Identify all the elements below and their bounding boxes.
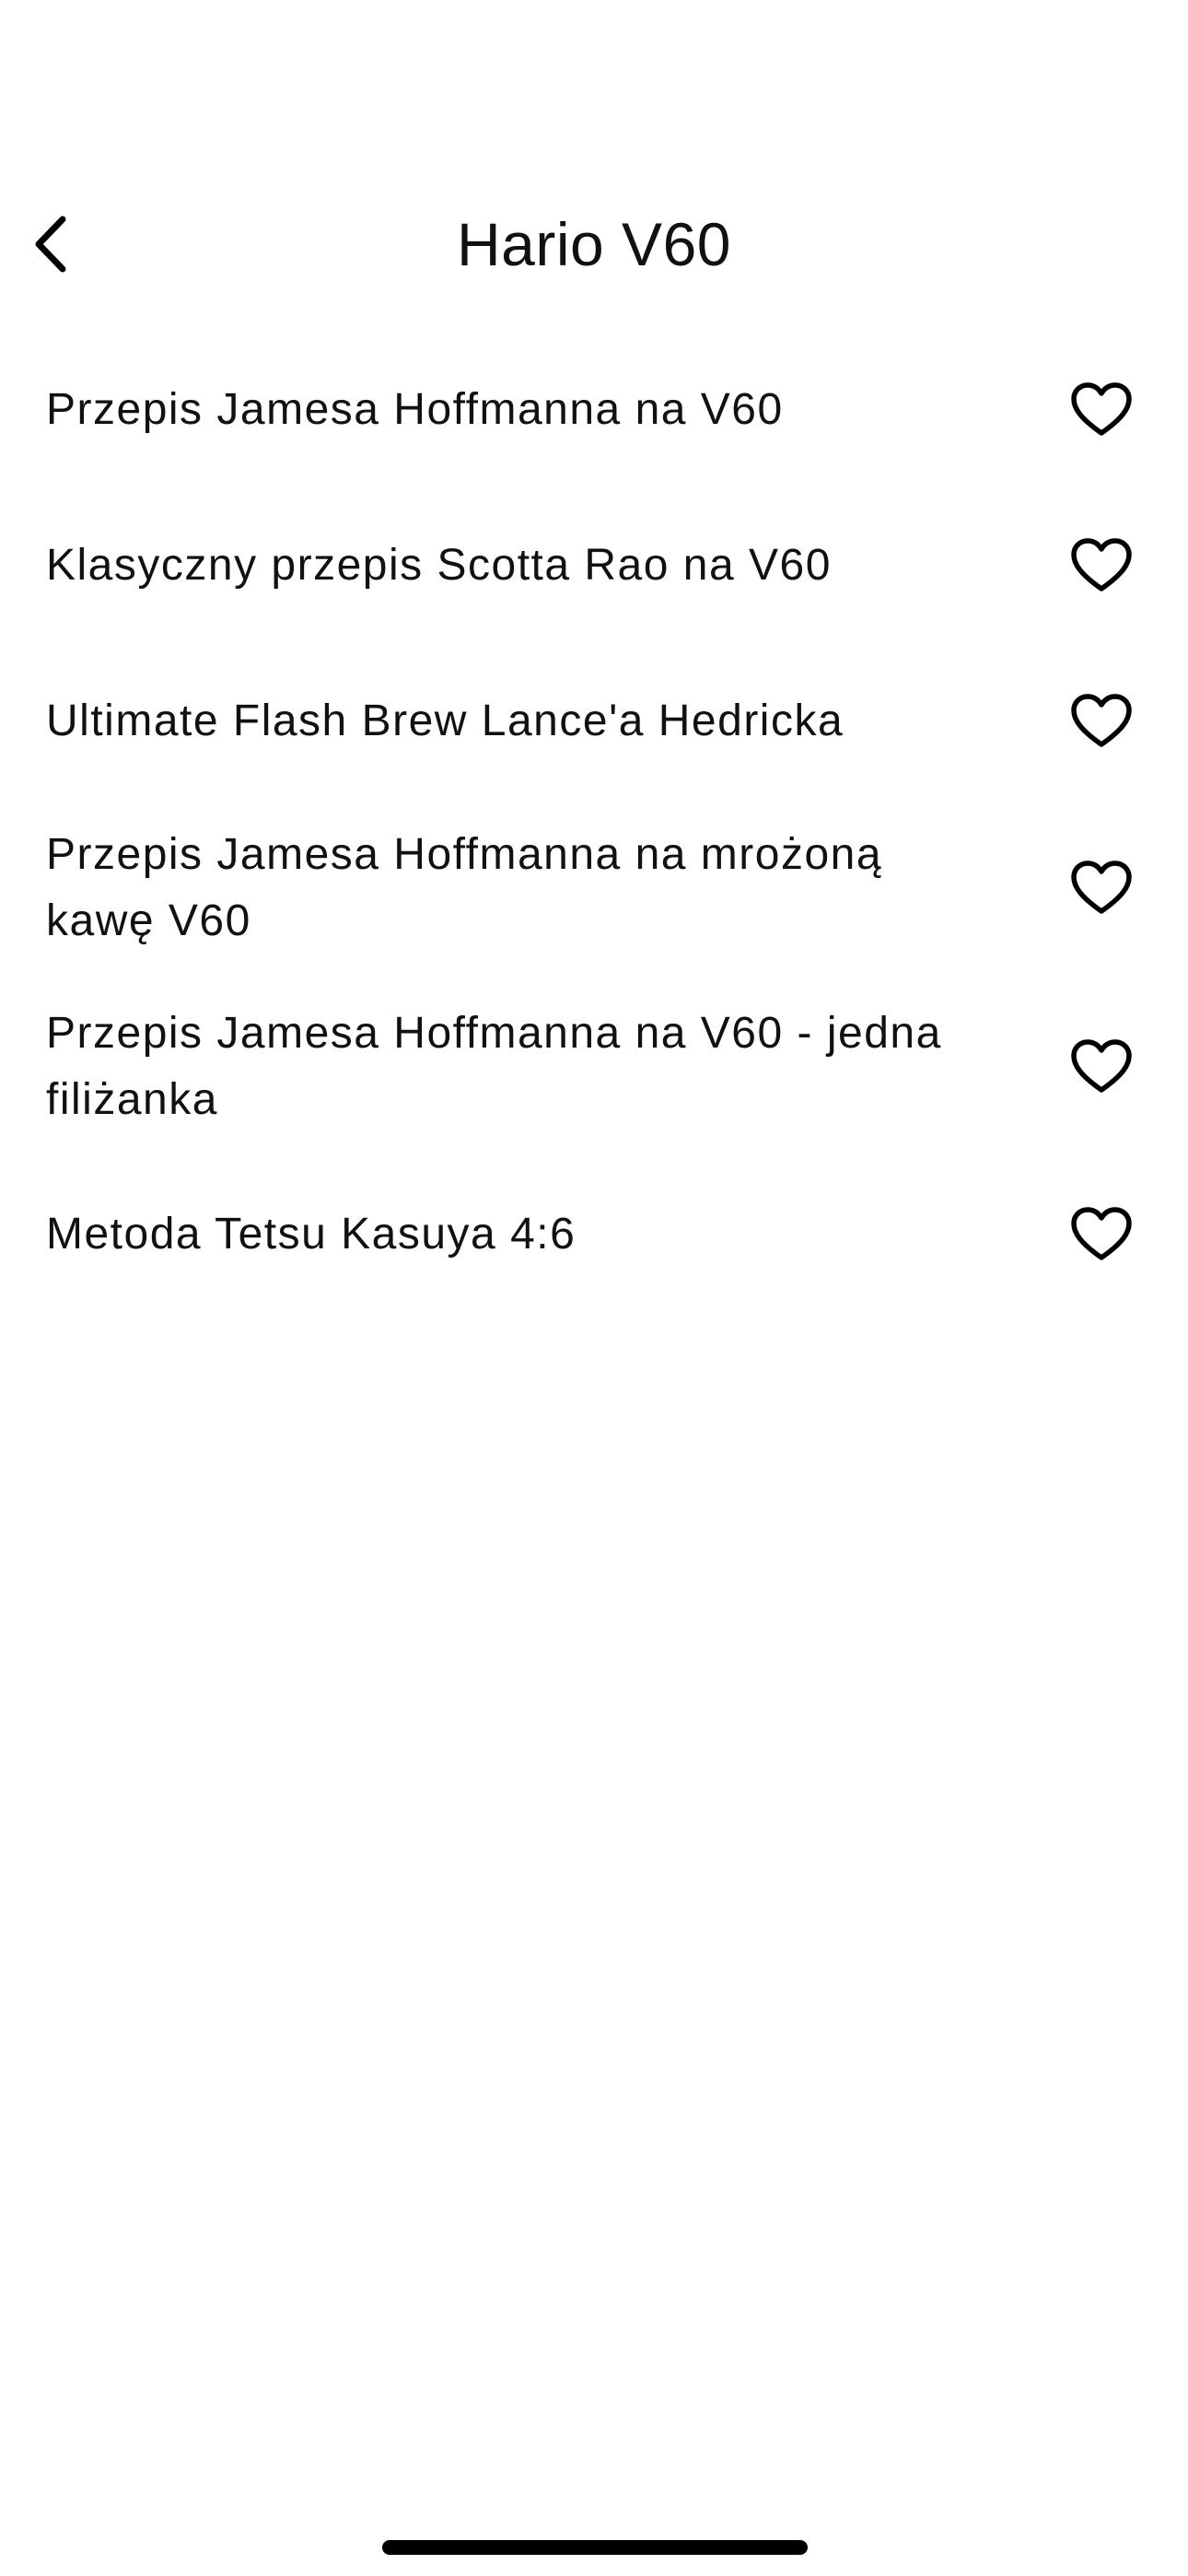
recipe-list-item[interactable]: Przepis Jamesa Hoffmanna na V60 - jedna … — [0, 978, 1188, 1156]
recipe-list-item[interactable]: Metoda Tetsu Kasuya 4:6 — [0, 1156, 1188, 1312]
heart-outline-icon — [1071, 381, 1132, 436]
favorite-button[interactable] — [1065, 685, 1138, 758]
recipe-label: Klasyczny przepis Scotta Rao na V60 — [46, 540, 832, 590]
page-title: Hario V60 — [457, 210, 731, 278]
heart-outline-icon — [1071, 861, 1132, 914]
favorite-button[interactable] — [1065, 1030, 1138, 1104]
recipe-list-item[interactable]: Klasyczny przepis Scotta Rao na V60 — [0, 487, 1188, 643]
heart-outline-icon — [1071, 693, 1132, 747]
heart-outline-icon — [1071, 537, 1132, 591]
recipe-list: Przepis Jamesa Hoffmanna na V60 Klasyczn… — [0, 332, 1188, 1312]
recipe-label: Przepis Jamesa Hoffmanna na V60 — [46, 384, 784, 434]
recipe-label: Ultimate Flash Brew Lance'a Hedricka — [46, 696, 844, 745]
recipe-label: Przepis Jamesa Hoffmanna na V60 - jedna … — [46, 1009, 942, 1124]
navigation-bar: Hario V60 — [0, 184, 1188, 304]
recipe-label: Przepis Jamesa Hoffmanna na mrożoną kawę… — [46, 830, 883, 945]
recipe-list-item[interactable]: Ultimate Flash Brew Lance'a Hedricka — [0, 643, 1188, 799]
heart-outline-icon — [1071, 1039, 1132, 1093]
favorite-button[interactable] — [1065, 1198, 1138, 1271]
favorite-button[interactable] — [1065, 851, 1138, 925]
recipe-list-item[interactable]: Przepis Jamesa Hoffmanna na mrożoną kawę… — [0, 799, 1188, 978]
recipe-list-item[interactable]: Przepis Jamesa Hoffmanna na V60 — [0, 332, 1188, 487]
favorite-button[interactable] — [1065, 373, 1138, 447]
heart-outline-icon — [1071, 1206, 1132, 1260]
home-indicator[interactable] — [382, 2540, 808, 2555]
favorite-button[interactable] — [1065, 529, 1138, 603]
recipe-label: Metoda Tetsu Kasuya 4:6 — [46, 1209, 577, 1259]
